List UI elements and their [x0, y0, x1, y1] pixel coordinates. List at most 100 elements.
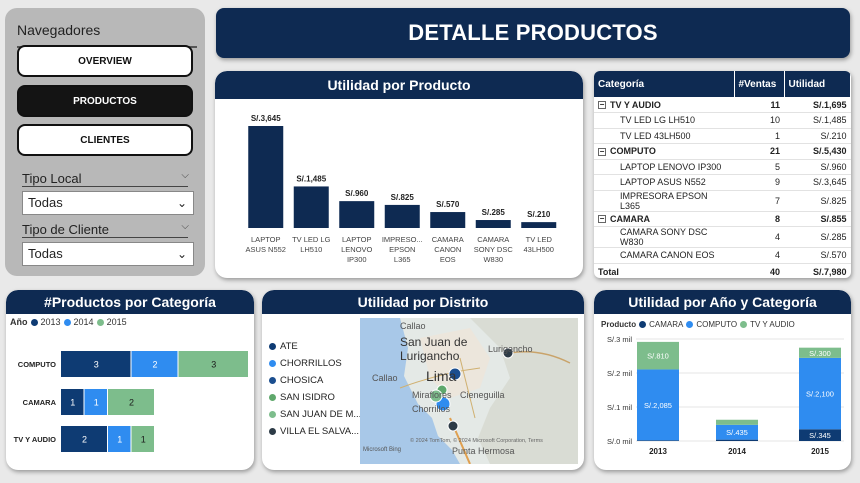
bar [384, 204, 420, 228]
district-name: CHORRILLOS [280, 358, 342, 369]
cell-utilidad: S/.5,430 [784, 143, 851, 160]
category-stacked-chart[interactable]: COMPUTO 3 2 3 CAMARA 1 1 2 TV Y AUDIO 2 1 1 [6, 290, 254, 470]
district-legend-item[interactable]: CHORRILLOS [269, 358, 342, 369]
chart-title: Utilidad por Producto [215, 71, 583, 99]
collapse-icon[interactable]: − [598, 215, 606, 224]
table-row[interactable]: LAPTOP LENOVO IP300 5 S/.960 [594, 159, 851, 175]
map-label: Lima [426, 368, 457, 384]
chevron-down-icon[interactable]: ⌵ [181, 221, 189, 232]
cell-ventas: 7 [734, 190, 784, 212]
tick-label: TV LED LG [292, 235, 331, 244]
table-row[interactable]: TV LED LG LH510 10 S/.1,485 [594, 112, 851, 129]
overview-button[interactable]: OVERVIEW [17, 45, 193, 77]
year-stacked-chart[interactable]: S/.0 mil S/.1 mil S/.2 mil S/.3 mil S/.2,085… [594, 290, 851, 470]
utilidad-distrito-map[interactable]: Utilidad por Distrito ATE CHORRILLOS CHOSI… [262, 290, 584, 470]
cell-utilidad: S/.570 [784, 247, 851, 264]
district-name: SAN JUAN DE M... [280, 409, 362, 420]
tick-label: TV LED [526, 235, 553, 244]
tipo-cliente-select[interactable]: Todas ⌄ [22, 242, 194, 266]
table-row[interactable]: CAMARA SONY DSC W830 4 S/.285 [594, 226, 851, 248]
tipo-local-select[interactable]: Todas ⌄ [22, 191, 194, 215]
utilidad-producto-chart[interactable]: Utilidad por Producto S/.3,645 LAPTOP ASUS… [215, 71, 583, 278]
col-header-categoria[interactable]: Categoría [594, 71, 735, 97]
table-row[interactable]: CAMARA CANON EOS 4 S/.570 [594, 247, 851, 264]
table-row[interactable]: LAPTOP ASUS N552 9 S/.3,645 [594, 174, 851, 191]
cell-utilidad: S/.210 [784, 128, 851, 144]
cell-ventas: 4 [734, 247, 784, 264]
categoria-table-card: Categoría #Ventas Utilidad − TV Y AUDIO 11… [594, 71, 851, 278]
map-label: Chorrillos [412, 404, 451, 414]
category-label: 2014 [728, 447, 746, 456]
cell-label: TV Y AUDIO [610, 99, 661, 110]
data-label: S/.825 [391, 193, 415, 202]
bar [248, 126, 284, 228]
data-label: S/.210 [527, 210, 551, 219]
cell-utilidad: S/.3,645 [784, 174, 851, 191]
cell-label: LAPTOP ASUS N552 [620, 177, 706, 188]
chevron-down-icon: ⌄ [176, 247, 187, 261]
district-legend-item[interactable]: ATE [269, 341, 298, 352]
district-name: ATE [280, 341, 298, 352]
data-label: 3 [211, 360, 216, 370]
chevron-down-icon: ⌄ [176, 196, 187, 210]
tick-label: S/.2 mil [607, 369, 632, 378]
data-label: S/.300 [809, 349, 831, 358]
legend-swatch [269, 394, 276, 401]
cell-ventas: 5 [734, 159, 784, 175]
category-label: CAMARA [23, 398, 57, 407]
productos-button[interactable]: PRODUCTOS [17, 85, 193, 117]
tick-label: ASUS N552 [246, 245, 286, 254]
cell-categoria: LAPTOP ASUS N552 [594, 174, 734, 191]
map-label: Lurigancho [400, 349, 460, 363]
data-label: 3 [94, 360, 99, 370]
data-label: S/.3,645 [251, 114, 281, 123]
categoria-table: Categoría #Ventas Utilidad − TV Y AUDIO 11… [594, 71, 851, 278]
cell-categoria: CAMARA SONY DSC W830 [594, 226, 734, 248]
map-label: Punta Hermosa [452, 446, 515, 456]
productos-categoria-chart[interactable]: #Productos por Categoría Año 2013 2014 2… [6, 290, 254, 470]
table-row[interactable]: IMPRESORA EPSON L365 7 S/.825 [594, 190, 851, 212]
district-legend-item[interactable]: VILLA EL SALVA... [269, 426, 359, 437]
table-total-row[interactable]: Total 40 S/.7,980 [594, 262, 851, 278]
collapse-icon[interactable]: − [598, 101, 606, 110]
district-legend-item[interactable]: CHOSICA [269, 375, 323, 386]
product-bar-chart[interactable]: S/.3,645LAPTOPASUS N552S/.1,485TV LED LG… [215, 99, 583, 278]
map-label: San Juan de [400, 335, 468, 349]
cell-label: COMPUTO [610, 146, 656, 157]
map-attribution[interactable]: © 2024 TomTom, © 2024 Microsoft Corporat… [410, 438, 543, 444]
cell-utilidad: S/.1,485 [784, 112, 851, 129]
cell-categoria: LAPTOP LENOVO IP300 [594, 159, 734, 175]
cell-utilidad: S/.1,695 [784, 97, 851, 113]
cell-label: TV LED 43LH500 [620, 130, 691, 141]
table-row[interactable]: TV LED 43LH500 1 S/.210 [594, 128, 851, 144]
collapse-icon[interactable]: − [598, 147, 606, 156]
tick-label: L365 [394, 255, 411, 264]
tick-label: EOS [440, 255, 456, 264]
tick-label: LAPTOP [342, 235, 371, 244]
col-header-utilidad[interactable]: Utilidad [784, 71, 851, 97]
tick-label: LENOVO [341, 245, 372, 254]
cell-utilidad: S/.825 [784, 190, 851, 212]
legend-swatch [269, 411, 276, 418]
chart-title: Utilidad por Distrito [262, 290, 584, 314]
map-label: Callao [400, 321, 426, 331]
legend-swatch [269, 428, 276, 435]
chevron-down-icon[interactable]: ⌵ [181, 170, 189, 181]
cell-categoria: − COMPUTO [594, 143, 734, 160]
district-legend-item[interactable]: SAN JUAN DE M... [269, 409, 361, 420]
clientes-button[interactable]: CLIENTES [17, 124, 193, 156]
district-map[interactable]: Callao San Juan de Lurigancho Lurigancho… [360, 318, 578, 464]
tick-label: W830 [483, 255, 503, 264]
cell-utilidad: S/.7,980 [784, 262, 851, 278]
table-group-row[interactable]: − TV Y AUDIO 11 S/.1,695 [594, 97, 851, 113]
tipo-cliente-value: Todas [28, 246, 63, 261]
bar [475, 220, 511, 228]
utilidad-anio-chart[interactable]: Utilidad por Año y Categoría Producto CA… [594, 290, 851, 470]
cell-ventas: 9 [734, 174, 784, 191]
col-header-ventas[interactable]: #Ventas [734, 71, 785, 97]
district-legend-item[interactable]: SAN ISIDRO [269, 392, 335, 403]
navigation-panel: Navegadores OVERVIEW PRODUCTOS CLIENTES … [5, 8, 205, 276]
table-group-row[interactable]: − CAMARA 8 S/.855 [594, 211, 851, 227]
table-group-row[interactable]: − COMPUTO 21 S/.5,430 [594, 143, 851, 160]
tick-label: CAMARA [432, 235, 464, 244]
